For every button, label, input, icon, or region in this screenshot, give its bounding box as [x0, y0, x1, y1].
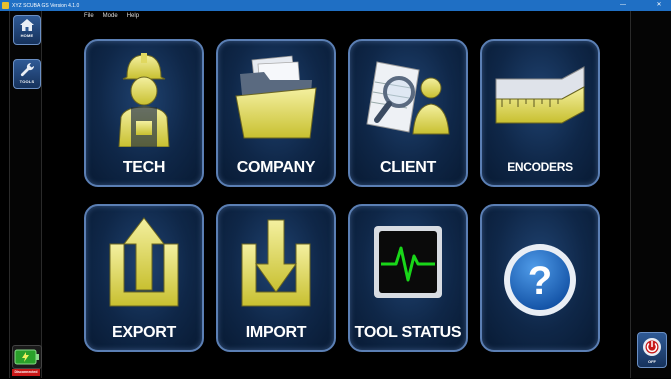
- ruler-icon: [495, 66, 585, 124]
- home-label: HOME: [20, 33, 34, 38]
- tile-client[interactable]: CLIENT: [348, 39, 468, 187]
- import-arrow-icon: [241, 219, 311, 307]
- client-search-icon: [366, 61, 450, 135]
- tile-tool-status[interactable]: TOOL STATUS: [348, 204, 468, 352]
- minimize-button[interactable]: —: [616, 0, 630, 11]
- help-question-mark: ?: [528, 259, 552, 303]
- tile-export[interactable]: EXPORT: [84, 204, 204, 352]
- tools-label: TOOLS: [19, 79, 35, 84]
- tile-help[interactable]: ?: [480, 204, 600, 352]
- tile-company-label: COMPANY: [236, 159, 316, 176]
- left-sidebar: HOME TOOLS Disconnected: [9, 11, 42, 378]
- tile-encoders[interactable]: ENCODERS: [480, 39, 600, 187]
- home-button[interactable]: HOME: [13, 15, 41, 45]
- home-icon: [20, 19, 34, 31]
- tile-encoders-label: ENCODERS: [507, 160, 573, 174]
- tile-tech-label: TECH: [122, 159, 166, 176]
- menu-file[interactable]: File: [84, 13, 94, 19]
- power-off-button[interactable]: OFF: [637, 332, 667, 368]
- folder-icon: [235, 55, 317, 139]
- battery-indicator: [12, 345, 42, 369]
- tile-client-label: CLIENT: [380, 159, 436, 176]
- tile-import[interactable]: IMPORT: [216, 204, 336, 352]
- menu-help[interactable]: Help: [127, 13, 139, 19]
- window-title: XYZ SCUBA GS Version 4.1.0: [12, 2, 80, 9]
- tile-export-label: EXPORT: [112, 324, 176, 341]
- heartbeat-monitor-icon: [374, 226, 442, 298]
- window-title-bar: XYZ SCUBA GS Version 4.1.0 — ✕: [0, 0, 671, 11]
- wrench-icon: [20, 62, 35, 77]
- tools-button[interactable]: TOOLS: [13, 59, 41, 89]
- close-button[interactable]: ✕: [652, 0, 666, 11]
- right-sidebar: OFF: [630, 11, 671, 378]
- app-icon: [2, 2, 9, 9]
- menu-mode[interactable]: Mode: [103, 13, 118, 19]
- tile-import-label: IMPORT: [245, 324, 307, 341]
- tile-company[interactable]: COMPANY: [216, 39, 336, 187]
- technician-icon: [118, 53, 170, 147]
- help-icon: ?: [504, 244, 576, 316]
- power-icon: [643, 338, 661, 356]
- battery-icon: [14, 349, 39, 365]
- tile-tech[interactable]: TECH: [84, 39, 204, 187]
- power-off-label: OFF: [648, 359, 656, 364]
- menu-bar: File Mode Help: [84, 13, 139, 19]
- connection-status-badge: Disconnected: [12, 369, 40, 376]
- tile-tool-status-label: TOOL STATUS: [354, 324, 462, 341]
- export-arrow-icon: [109, 217, 179, 307]
